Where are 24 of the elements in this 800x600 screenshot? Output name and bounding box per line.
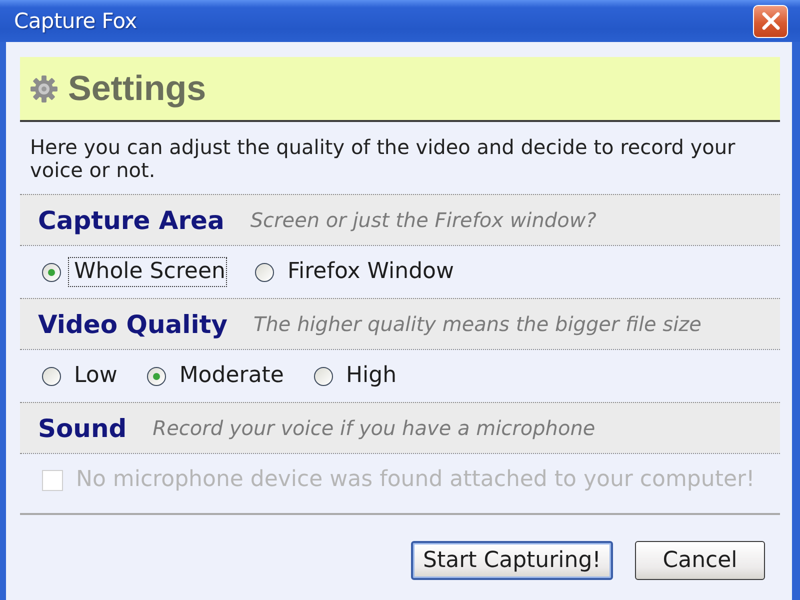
radio-button[interactable]: [42, 366, 61, 386]
radio-label[interactable]: Moderate: [173, 361, 286, 391]
radio-button[interactable]: [255, 262, 274, 282]
radio-button[interactable]: [147, 366, 166, 386]
section-hint: The higher quality means the bigger file size: [254, 312, 702, 336]
section-title: Sound: [38, 414, 127, 442]
section-title: Capture Area: [38, 206, 224, 234]
description-text: Here you can adjust the quality of the video and decide to record your voice or not.: [29, 136, 736, 182]
secondary-button[interactable]: Cancel: [635, 541, 765, 580]
radio-label[interactable]: Whole Screen: [68, 257, 228, 287]
header-title: Settings: [68, 68, 206, 108]
primary-button[interactable]: Start Capturing!: [411, 541, 613, 580]
radio-label[interactable]: Low: [68, 361, 120, 391]
close-icon: [760, 11, 780, 31]
radio-label[interactable]: Firefox Window: [281, 257, 456, 287]
close-button[interactable]: [753, 4, 788, 38]
section-title: Video Quality: [38, 310, 228, 338]
radio-button[interactable]: [42, 262, 61, 282]
gear-icon: [30, 74, 58, 102]
window-title: Capture Fox: [14, 9, 137, 33]
radio-label[interactable]: High: [340, 361, 399, 391]
section-hint: Screen or just the Firefox window?: [250, 208, 596, 232]
section-hint: Record your voice if you have a microphone: [152, 416, 596, 440]
radio-button[interactable]: [314, 366, 333, 386]
